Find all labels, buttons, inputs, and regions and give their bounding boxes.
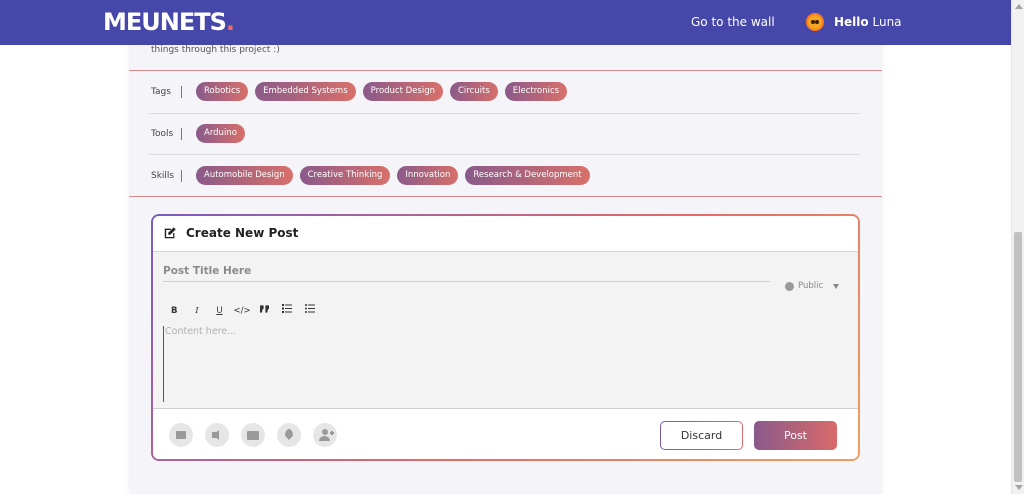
section-divider (129, 196, 882, 197)
bold-button[interactable]: B (163, 304, 186, 318)
tools-list: Arduino (196, 124, 245, 143)
skill-chip[interactable]: Research & Development (465, 166, 590, 185)
post-button[interactable]: Post (754, 421, 837, 450)
caret-down-icon (833, 283, 840, 289)
tag-chip[interactable]: Circuits (449, 82, 498, 101)
italic-button[interactable]: I (186, 304, 209, 318)
skill-chip[interactable]: Automobile Design (196, 166, 293, 185)
tag-chip[interactable]: Electronics (504, 82, 568, 101)
ordered-list-icon (282, 304, 293, 313)
post-content-textarea[interactable] (163, 326, 843, 402)
globe-icon (785, 281, 794, 291)
quote-button[interactable] (253, 304, 276, 318)
top-navbar: MEUNETS. Go to the wall Hello Luna (0, 0, 1011, 45)
edit-icon (164, 227, 176, 239)
project-description-tail: things through this project :) (151, 45, 280, 55)
post-title-input[interactable] (163, 260, 770, 282)
unordered-list-icon (304, 304, 315, 313)
tools-separator (181, 128, 182, 140)
tags-label: Tags (151, 87, 171, 97)
code-button[interactable]: </> (231, 304, 254, 318)
user-name: Luna (872, 15, 902, 29)
row-divider (149, 154, 860, 155)
row-divider (149, 113, 860, 114)
tools-label: Tools (151, 129, 174, 139)
tags-list: Robotics Embedded Systems Product Design Ci… (196, 82, 568, 101)
discard-button[interactable]: Discard (660, 421, 743, 450)
logo-dot: . (225, 8, 235, 36)
scroll-up-arrow[interactable] (1015, 4, 1023, 9)
tag-chip[interactable]: Robotics (196, 82, 249, 101)
create-post-title: Create New Post (186, 226, 299, 240)
folder-icon[interactable] (241, 423, 265, 447)
tags-separator (181, 86, 182, 98)
skills-list: Automobile Design Creative Thinking Innova… (196, 166, 590, 185)
post-editor: Public B I U </> (153, 252, 858, 409)
skill-chip[interactable]: Creative Thinking (299, 166, 391, 185)
user-avatar[interactable] (806, 13, 824, 31)
tag-chip[interactable]: Product Design (362, 82, 443, 101)
tag-chip[interactable]: Embedded Systems (255, 82, 356, 101)
add-person-icon[interactable] (313, 423, 337, 447)
visibility-value: Public (798, 281, 824, 291)
greeting-prefix: Hello (834, 15, 869, 29)
quote-icon (260, 305, 270, 313)
scroll-down-arrow[interactable] (1015, 485, 1023, 490)
logo-text: MEUNETS (103, 8, 227, 36)
create-post-card: Create New Post Public B I U </> (151, 214, 860, 461)
page-scrollbar[interactable] (1011, 0, 1024, 494)
audio-icon[interactable] (205, 423, 229, 447)
formatting-toolbar: B I U </> (163, 304, 321, 318)
image-icon[interactable] (169, 423, 193, 447)
project-panel: things through this project :) Tags Robo… (129, 0, 882, 494)
underline-button[interactable]: U (208, 304, 231, 318)
go-to-wall-link[interactable]: Go to the wall (691, 15, 775, 29)
skills-label: Skills (151, 171, 175, 181)
ordered-list-button[interactable] (276, 304, 299, 318)
create-post-inner: Create New Post Public B I U </> (153, 216, 858, 459)
tool-chip[interactable]: Arduino (196, 124, 245, 143)
skills-separator (181, 170, 182, 182)
unordered-list-button[interactable] (299, 304, 322, 318)
logo[interactable]: MEUNETS. (103, 8, 235, 36)
post-footer: Discard Post (153, 410, 858, 459)
section-divider (129, 70, 882, 71)
visibility-dropdown[interactable]: Public (785, 281, 840, 291)
scroll-thumb[interactable] (1014, 232, 1022, 482)
location-icon[interactable] (277, 423, 301, 447)
user-greeting[interactable]: Hello Luna (834, 15, 902, 29)
discard-label: Discard (661, 422, 742, 449)
create-post-header: Create New Post (153, 216, 858, 252)
skill-chip[interactable]: Innovation (397, 166, 459, 185)
